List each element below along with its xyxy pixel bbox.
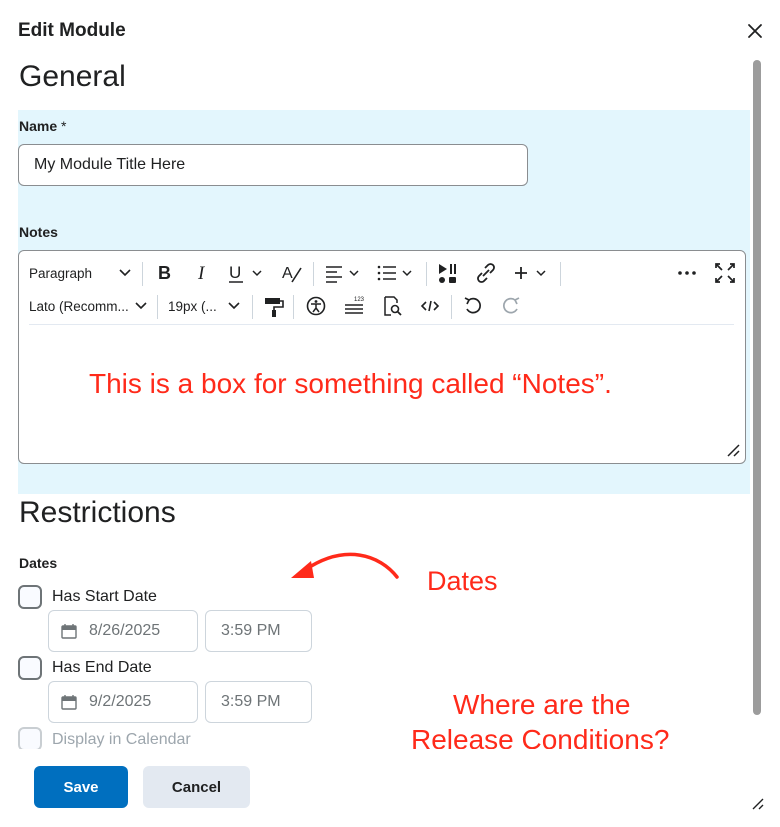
- list-icon[interactable]: [376, 256, 416, 290]
- undo-icon[interactable]: [462, 289, 484, 323]
- chevron-down-icon: [119, 269, 131, 277]
- has-end-date-checkbox[interactable]: [18, 656, 42, 680]
- name-input[interactable]: [18, 144, 528, 186]
- more-icon[interactable]: [676, 256, 698, 290]
- word-count-icon[interactable]: 123: [343, 289, 365, 323]
- toolbar-separator: [426, 262, 427, 286]
- annotation-release-line-1: Where are the: [453, 689, 631, 720]
- calendar-icon: [61, 624, 77, 639]
- svg-text:U: U: [229, 263, 241, 282]
- source-code-icon[interactable]: [419, 289, 441, 323]
- general-heading: General: [19, 60, 126, 93]
- has-start-date-label: Has Start Date: [52, 588, 157, 605]
- annotation-release-line-2: Release Conditions?: [411, 724, 670, 749]
- insert-media-icon[interactable]: [437, 256, 459, 290]
- toolbar-separator: [293, 295, 294, 319]
- has-end-date-label: Has End Date: [52, 659, 152, 676]
- toolbar-separator: [157, 295, 158, 319]
- dialog-body: General Name * Notes Paragraph B I U A: [0, 55, 750, 749]
- chevron-down-icon: [135, 302, 147, 310]
- text-color-icon[interactable]: A: [281, 256, 303, 290]
- svg-text:B: B: [158, 263, 171, 283]
- end-date-value: 9/2/2025: [89, 693, 152, 710]
- resize-grip-icon[interactable]: [724, 441, 740, 457]
- add-icon[interactable]: [513, 256, 551, 290]
- close-icon[interactable]: [744, 20, 766, 42]
- calendar-icon: [61, 695, 77, 710]
- dialog-resize-grip-icon[interactable]: [750, 796, 764, 810]
- has-start-date-checkbox[interactable]: [18, 585, 42, 609]
- display-in-calendar-checkbox[interactable]: [18, 727, 42, 749]
- svg-text:I: I: [197, 263, 206, 284]
- block-format-value: Paragraph: [29, 265, 93, 281]
- editor-content[interactable]: This is a box for something called “Note…: [89, 368, 612, 400]
- fullscreen-icon[interactable]: [714, 256, 736, 290]
- accessibility-icon[interactable]: [305, 289, 327, 323]
- chevron-down-icon: [228, 302, 240, 310]
- notes-label: Notes: [19, 224, 58, 240]
- cancel-button[interactable]: Cancel: [143, 766, 250, 808]
- block-format-select[interactable]: Paragraph: [29, 256, 133, 290]
- start-time-input[interactable]: 3:59 PM: [205, 610, 312, 652]
- required-marker: *: [61, 118, 67, 134]
- dates-label: Dates: [19, 555, 58, 571]
- font-size-value: 19px (...: [168, 298, 217, 314]
- save-button[interactable]: Save: [34, 766, 128, 808]
- start-date-value: 8/26/2025: [89, 622, 161, 639]
- bold-icon[interactable]: B: [155, 256, 175, 290]
- editor-toolbar-row-2: Lato (Recomm... 19px (... 123: [19, 289, 745, 323]
- end-date-input[interactable]: 9/2/2025: [48, 681, 198, 723]
- toolbar-separator: [142, 262, 143, 286]
- redo-icon[interactable]: [500, 289, 522, 323]
- display-in-calendar-label: Display in Calendar: [52, 731, 191, 748]
- dialog-title: Edit Module: [18, 20, 126, 41]
- scrollbar-thumb[interactable]: [753, 60, 761, 715]
- restrictions-heading: Restrictions: [19, 496, 176, 529]
- annotation-arrow-icon: [291, 552, 399, 579]
- font-family-select[interactable]: Lato (Recomm...: [29, 289, 149, 323]
- start-date-input[interactable]: 8/26/2025: [48, 610, 198, 652]
- toolbar-separator: [560, 262, 561, 286]
- name-label: Name *: [19, 118, 67, 134]
- svg-text:123: 123: [354, 297, 365, 303]
- toolbar-separator: [313, 262, 314, 286]
- editor-toolbar-row-1: Paragraph B I U A: [19, 256, 745, 290]
- align-icon[interactable]: [324, 256, 362, 290]
- format-painter-icon[interactable]: [263, 289, 285, 323]
- annotation-dates: Dates: [427, 566, 498, 596]
- link-icon[interactable]: [475, 256, 497, 290]
- toolbar-separator: [252, 295, 253, 319]
- italic-icon[interactable]: I: [193, 256, 213, 290]
- find-replace-icon[interactable]: [381, 289, 403, 323]
- notes-editor[interactable]: Paragraph B I U A Lato (Recomm... 19px (…: [18, 250, 746, 464]
- end-time-input[interactable]: 3:59 PM: [205, 681, 312, 723]
- end-time-value: 3:59 PM: [221, 693, 281, 710]
- font-family-value: Lato (Recomm...: [29, 298, 129, 314]
- svg-text:A: A: [282, 265, 293, 282]
- start-time-value: 3:59 PM: [221, 622, 281, 639]
- toolbar-divider: [29, 324, 734, 325]
- font-size-select[interactable]: 19px (...: [168, 289, 244, 323]
- toolbar-separator: [451, 295, 452, 319]
- underline-icon[interactable]: U: [227, 256, 265, 290]
